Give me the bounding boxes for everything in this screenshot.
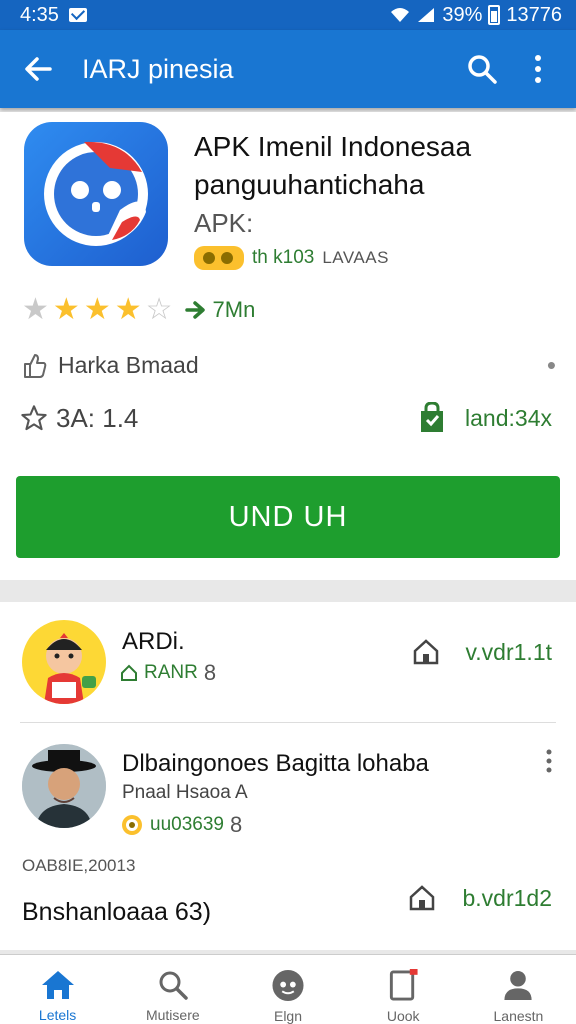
star-outline-icon xyxy=(21,405,47,431)
search-button[interactable] xyxy=(460,47,504,91)
star-icon-5: ☆ xyxy=(145,293,173,326)
app-badge-row: th k103 LAVAAS xyxy=(194,246,389,270)
install-button[interactable]: UND UH xyxy=(16,476,560,558)
search-icon xyxy=(159,971,188,1000)
home-outline-icon xyxy=(413,639,438,665)
app-icon[interactable] xyxy=(24,122,168,266)
nav-label: Lanestn xyxy=(493,1008,544,1024)
related-list: ARDi. RANR 8 v.vdr1.1t Dlbaingonoes Bagi… xyxy=(0,602,576,950)
home-outline-icon xyxy=(410,885,435,911)
nav-item-home[interactable]: Letels xyxy=(0,955,115,1024)
item-tag-count: 8 xyxy=(203,660,217,685)
thumbs-up-icon xyxy=(24,353,47,378)
battery-icon xyxy=(488,5,501,25)
award-icon xyxy=(203,252,233,264)
arrow-left-icon xyxy=(25,57,52,81)
award-badge xyxy=(194,246,244,270)
app-subtitle: APK: xyxy=(194,208,254,238)
games-icon xyxy=(272,969,304,1002)
nav-label: Uook xyxy=(386,1008,420,1024)
shopping-bag-icon xyxy=(421,402,444,432)
signal-icon xyxy=(418,8,435,22)
item-title: Dlbaingonoes Bagitta lohaba xyxy=(122,750,429,777)
status-bar: 4:35 39% 13776 xyxy=(0,0,576,30)
item-tag-count: 8 xyxy=(229,812,243,837)
item-right-text: b.vdr1d2 xyxy=(462,884,552,911)
item-tag: uu03639 8 xyxy=(120,812,242,838)
item-tag-label: uu03639 xyxy=(150,814,224,835)
meta-row: 3A: 1.4 land:34x xyxy=(20,402,552,434)
nav-item-account[interactable]: Lanestn xyxy=(461,955,576,1024)
trend-arrow-icon xyxy=(184,300,205,319)
home-icon xyxy=(41,971,74,999)
item-date: OAB8IE,20013 xyxy=(22,856,136,875)
app-bar: IARJ pinesia xyxy=(0,30,576,108)
star-icon-2: ★ xyxy=(52,293,80,326)
badge-label: th k103 xyxy=(252,247,315,268)
item-bottom-text: Bnshanloaaa 63) xyxy=(22,898,212,926)
trend-text: 7Mn xyxy=(212,296,256,322)
page-title: IARJ pinesia xyxy=(82,53,234,84)
item-title: ARDi. xyxy=(122,628,185,655)
nav-item-games[interactable]: Elgn xyxy=(230,955,345,1024)
item-action[interactable]: v.vdr1.1t xyxy=(412,638,553,666)
item-action[interactable]: b.vdr1d2 xyxy=(408,884,552,912)
avatar-photo-icon xyxy=(22,744,106,828)
list-item[interactable]: Dlbaingonoes Bagitta lohaba Pnaal Hsaoa … xyxy=(0,722,576,950)
nav-item-tablet[interactable]: Uook xyxy=(346,955,461,1024)
status-clock-right: 13776 xyxy=(506,3,562,26)
home-small-icon xyxy=(121,664,137,681)
app-logo-icon xyxy=(44,141,148,246)
nav-label: Elgn xyxy=(273,1008,303,1024)
account-icon xyxy=(504,970,532,1001)
badge-circle-icon xyxy=(122,815,142,835)
avatar-cartoon-icon xyxy=(44,633,96,704)
rating-text: 3A: 1.4 xyxy=(56,402,139,433)
item-subtitle: Pnaal Hsaoa A xyxy=(122,782,248,803)
search-icon xyxy=(468,55,497,84)
bottom-nav: Letels Mutisere Elgn Uook Lanestn xyxy=(0,954,576,1024)
star-icon-1: ★ xyxy=(22,293,49,326)
badge-extra: LAVAAS xyxy=(322,248,389,267)
avatar xyxy=(22,744,106,828)
wifi-icon xyxy=(391,8,410,22)
app-detail-card: APK Imenil Indonesaa panguuhantichaha AP… xyxy=(0,112,576,580)
more-dot-icon[interactable]: • xyxy=(547,350,556,381)
likes-label: Harka Bmaad xyxy=(58,352,199,378)
nav-item-search[interactable]: Mutisere xyxy=(115,955,230,1024)
app-name: APK Imenil Indonesaa panguuhantichaha xyxy=(194,131,472,200)
star-icon-4: ★ xyxy=(114,293,142,326)
more-vert-icon xyxy=(535,55,541,83)
star-rating: ★ ★ ★ ★ ☆ 7Mn xyxy=(22,292,255,327)
battery-text: 39% xyxy=(442,3,483,26)
nav-label: Mutisere xyxy=(145,1007,200,1023)
overflow-menu-button[interactable] xyxy=(516,47,560,91)
item-tag-label: RANR xyxy=(144,662,198,683)
item-tag: RANR 8 xyxy=(120,660,216,686)
back-button[interactable] xyxy=(18,49,58,89)
item-right-text: v.vdr1.1t xyxy=(465,638,553,665)
list-item[interactable]: ARDi. RANR 8 v.vdr1.1t xyxy=(0,602,576,723)
mail-icon xyxy=(68,8,87,22)
likes-row[interactable]: Harka Bmaad • xyxy=(22,350,556,381)
more-vert-icon xyxy=(546,749,552,773)
screen: 4:35 39% 13776 IARJ pinesia APK Imenil I… xyxy=(0,0,576,1024)
tablet-icon xyxy=(390,969,418,1001)
status-time: 4:35 xyxy=(20,3,59,26)
star-icon-3: ★ xyxy=(83,293,111,326)
trend: 7Mn xyxy=(184,296,256,323)
nav-label: Letels xyxy=(38,1007,77,1023)
size-text: land:34x xyxy=(465,404,552,431)
item-more-button[interactable] xyxy=(544,748,554,781)
avatar xyxy=(22,620,106,704)
